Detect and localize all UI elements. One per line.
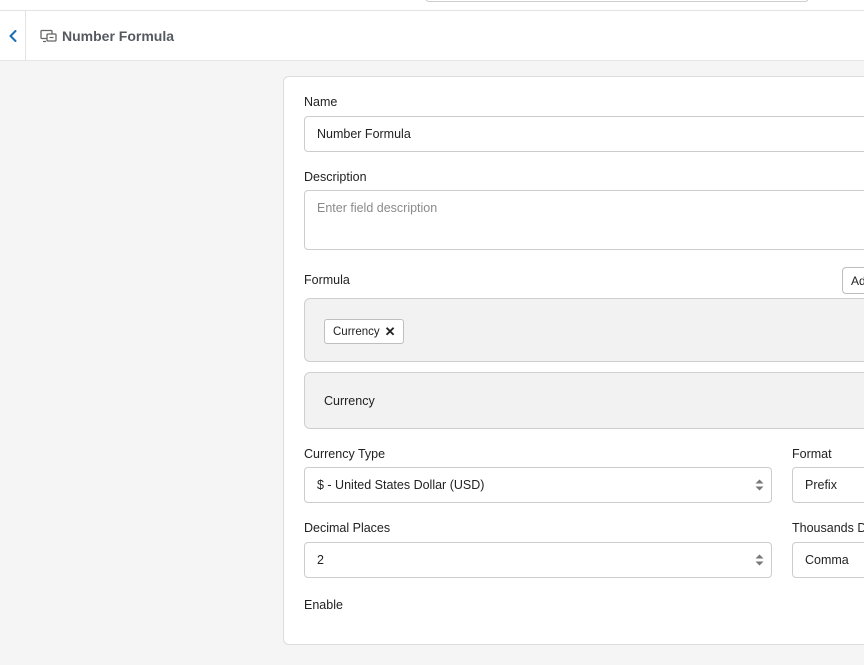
chevron-left-icon xyxy=(9,29,16,42)
name-label: Name xyxy=(304,95,338,109)
back-button[interactable] xyxy=(0,11,26,60)
add-button-label: Ad xyxy=(851,273,864,288)
page-title: Number Formula xyxy=(40,11,174,60)
format-select[interactable]: Prefix xyxy=(792,467,864,503)
top-bar xyxy=(0,0,864,11)
field-type-icon xyxy=(40,29,58,43)
formula-label: Formula xyxy=(304,273,350,287)
field-settings-card: Name Number Formula Description Enter fi… xyxy=(283,76,864,645)
decimal-places-label: Decimal Places xyxy=(304,521,391,535)
description-textarea[interactable]: Enter field description xyxy=(304,190,864,250)
description-label: Description xyxy=(304,170,367,184)
currency-type-select[interactable]: $ - United States Dollar (USD) xyxy=(304,467,772,503)
thousands-separator-label: Thousands D xyxy=(792,521,864,535)
decimal-places-select[interactable]: 2 xyxy=(304,542,772,578)
format-value: Prefix xyxy=(805,478,837,492)
name-input[interactable]: Number Formula xyxy=(304,116,864,152)
currency-type-label: Currency Type xyxy=(304,447,386,461)
formula-chip-label: Currency xyxy=(333,325,380,338)
currency-type-value: $ - United States Dollar (USD) xyxy=(317,478,485,492)
global-search-input[interactable] xyxy=(425,0,809,2)
format-label: Format xyxy=(792,447,832,461)
thousands-separator-select[interactable]: Comma xyxy=(792,542,864,578)
select-arrows-icon xyxy=(755,554,764,566)
formula-preview-text: Currency xyxy=(324,394,375,408)
decimal-places-value: 2 xyxy=(317,553,324,567)
add-formula-item-button[interactable]: Ad xyxy=(842,267,864,294)
enable-label: Enable xyxy=(304,598,343,612)
page-title-text: Number Formula xyxy=(62,27,175,44)
thousands-separator-value: Comma xyxy=(805,553,849,567)
formula-preview: Currency xyxy=(304,372,864,429)
select-arrows-icon xyxy=(755,479,764,491)
description-placeholder: Enter field description xyxy=(317,201,438,215)
remove-chip-icon[interactable]: ✕ xyxy=(385,325,396,338)
page-header: Number Formula xyxy=(0,11,864,61)
name-input-value: Number Formula xyxy=(317,127,411,141)
formula-chip-currency[interactable]: Currency ✕ xyxy=(324,319,404,344)
formula-editor[interactable]: Currency ✕ xyxy=(304,298,864,362)
